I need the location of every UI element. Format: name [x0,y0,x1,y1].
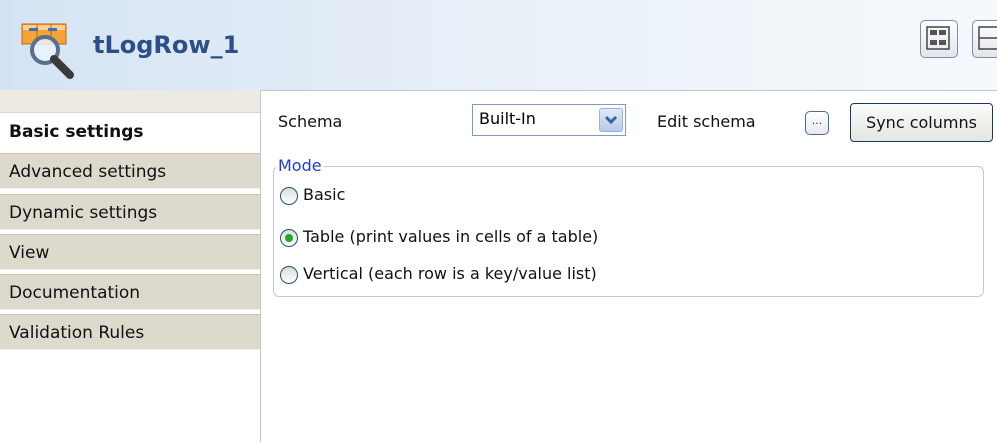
magnifier-table-icon [20,22,80,82]
tab-basic-settings[interactable]: Basic settings [0,114,260,150]
sync-columns-button[interactable]: Sync columns [850,103,993,142]
layout-grid-button[interactable] [920,20,958,58]
radio-basic[interactable] [280,187,298,205]
radio-table-label: Table (print values in cells of a table) [303,227,599,246]
tab-view[interactable]: View [0,234,260,270]
component-title: tLogRow_1 [93,31,240,59]
radio-basic-label: Basic [303,185,346,204]
tab-validation-rules[interactable]: Validation Rules [0,314,260,350]
tab-advanced-settings[interactable]: Advanced settings [0,153,260,189]
radio-vertical-label: Vertical (each row is a key/value list) [303,264,597,283]
edit-schema-label: Edit schema [657,112,756,131]
layout-split-button[interactable] [972,20,997,58]
schema-select-value: Built-In [479,109,536,128]
edit-schema-button[interactable]: ... [805,111,829,135]
basic-settings-panel: Schema Built-In Edit schema ... Sync col… [261,90,997,442]
component-header: tLogRow_1 [0,0,997,91]
layout-grid-icon [921,26,955,59]
tab-documentation[interactable]: Documentation [0,274,260,310]
layout-split-icon [973,26,997,59]
chevron-down-icon[interactable] [599,108,623,132]
schema-select[interactable]: Built-In [472,104,626,136]
sidebar-spacer [0,90,260,113]
radio-vertical[interactable] [280,266,298,284]
schema-label: Schema [278,112,343,131]
radio-selected-dot [285,234,293,242]
radio-table[interactable] [280,229,298,247]
settings-sidebar: Basic settings Advanced settings Dynamic… [0,90,261,442]
tab-dynamic-settings[interactable]: Dynamic settings [0,194,260,230]
mode-legend: Mode [276,156,324,175]
